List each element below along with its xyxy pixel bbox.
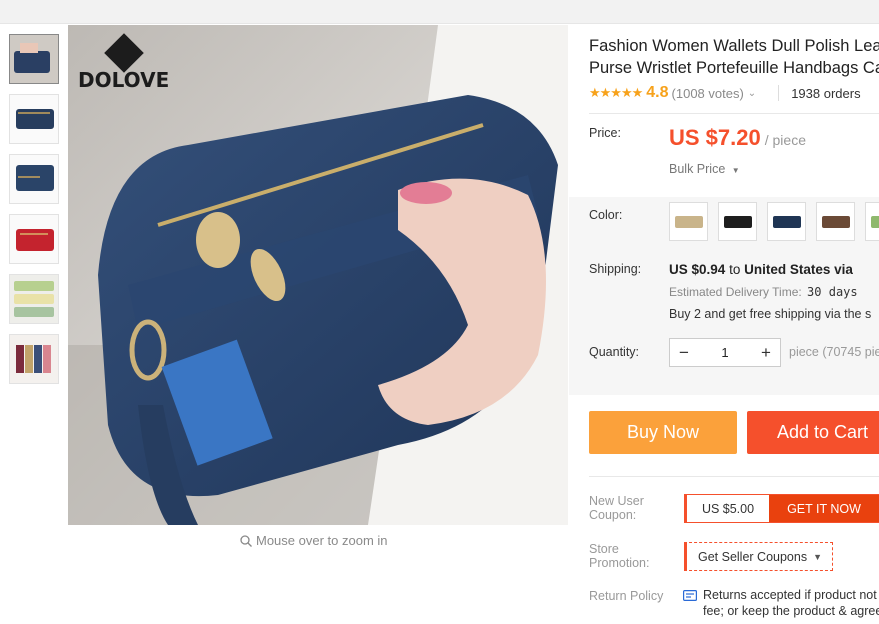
main-product-image[interactable]: DOLOVE bbox=[68, 25, 568, 525]
delivery-label: Estimated Delivery Time: bbox=[669, 285, 802, 299]
shipping-cost: US $0.94 bbox=[669, 262, 726, 277]
new-user-coupon: US $5.00 GET IT NOW bbox=[684, 494, 879, 523]
return-policy-label: Return Policy bbox=[589, 589, 664, 603]
delivery-time-line: Estimated Delivery Time: 30 days bbox=[669, 285, 858, 299]
thumbnail-2[interactable] bbox=[9, 94, 59, 144]
return-policy-line2: fee; or keep the product & agree refund … bbox=[703, 604, 879, 618]
zoom-hint: Mouse over to zoom in bbox=[240, 533, 388, 548]
shipping-label: Shipping: bbox=[589, 262, 642, 276]
rating-row: ★★★★★ 4.8 (1008 votes) ⌄ 1938 orders bbox=[589, 84, 861, 102]
delivery-days: 30 days bbox=[807, 285, 858, 299]
product-title-line1: Fashion Women Wallets Dull Polish Leathe… bbox=[589, 37, 879, 55]
color-swatch-chip bbox=[772, 215, 801, 228]
coupon-label-line1: New User bbox=[589, 494, 644, 508]
promotion-label-line1: Store bbox=[589, 542, 619, 556]
bulk-price-label: Bulk Price bbox=[669, 162, 726, 176]
product-title-line2: Purse Wristlet Portefeuille Handbags Car… bbox=[589, 59, 879, 77]
color-swatch-5[interactable] bbox=[865, 202, 879, 241]
pieces-available: piece (70745 pie bbox=[789, 345, 879, 359]
color-swatch-chip bbox=[821, 215, 850, 228]
promotion-label: Store Promotion: bbox=[589, 542, 649, 570]
color-swatch-chip bbox=[870, 215, 879, 228]
color-swatch-chip bbox=[674, 215, 703, 228]
thumbnail-3[interactable] bbox=[9, 154, 59, 204]
quantity-plus-button[interactable]: + bbox=[752, 339, 780, 366]
divider bbox=[778, 85, 780, 101]
quantity-stepper: − 1 + bbox=[669, 338, 781, 367]
bulk-price-toggle[interactable]: Bulk Price ▼ bbox=[669, 162, 740, 176]
top-bar bbox=[0, 0, 879, 24]
thumbnail-5[interactable] bbox=[9, 274, 59, 324]
color-swatch-4[interactable] bbox=[816, 202, 855, 241]
caret-down-icon: ▼ bbox=[731, 166, 740, 175]
caret-down-icon: ▼ bbox=[813, 551, 823, 562]
color-swatch-2[interactable] bbox=[718, 202, 757, 241]
divider bbox=[589, 476, 879, 477]
promotion-label-line2: Promotion: bbox=[589, 556, 650, 570]
rating-stars: ★★★★★ bbox=[589, 85, 643, 100]
quantity-minus-button[interactable]: − bbox=[670, 339, 698, 366]
quantity-input[interactable]: 1 bbox=[698, 345, 752, 360]
price-amount: US $7.20 bbox=[669, 125, 761, 150]
order-count: 1938 orders bbox=[791, 85, 861, 101]
add-to-cart-button[interactable]: Add to Cart bbox=[747, 411, 879, 454]
price-unit: / piece bbox=[764, 132, 806, 148]
thumbnail-6[interactable] bbox=[9, 334, 59, 384]
magnifier-icon bbox=[240, 534, 252, 547]
shipping-promo: Buy 2 and get free shipping via the s bbox=[669, 307, 872, 321]
seller-coupons-label: Get Seller Coupons bbox=[698, 549, 808, 564]
coupon-label: New User Coupon: bbox=[589, 494, 644, 522]
seller-coupons-dropdown[interactable]: Get Seller Coupons ▼ bbox=[684, 542, 833, 571]
return-policy: Returns accepted if product not as descr… bbox=[683, 587, 879, 619]
return-policy-line1: Returns accepted if product not as descr… bbox=[703, 588, 879, 602]
divider bbox=[589, 113, 879, 114]
buy-now-button[interactable]: Buy Now bbox=[589, 411, 737, 454]
color-swatch-chip bbox=[723, 215, 752, 228]
thumbnail-1[interactable] bbox=[9, 34, 59, 84]
product-info-panel: Fashion Women Wallets Dull Polish Leathe… bbox=[569, 25, 879, 624]
price-block: US $7.20/ piece bbox=[669, 125, 806, 151]
color-label: Color: bbox=[589, 208, 623, 222]
chevron-down-icon[interactable]: ⌄ bbox=[748, 88, 756, 99]
shipping-destination[interactable]: United States via bbox=[744, 262, 853, 277]
rating-score: 4.8 bbox=[646, 84, 669, 101]
product-title: Fashion Women Wallets Dull Polish Leathe… bbox=[589, 35, 879, 79]
zoom-hint-text: Mouse over to zoom in bbox=[256, 533, 388, 548]
brand-logo-text: DOLOVE bbox=[78, 68, 169, 92]
shipping-cost-line: US $0.94 to United States via bbox=[669, 262, 853, 277]
rating-votes[interactable]: (1008 votes) bbox=[672, 86, 744, 101]
get-coupon-button[interactable]: GET IT NOW bbox=[769, 495, 879, 522]
quantity-label: Quantity: bbox=[589, 345, 640, 359]
price-label: Price: bbox=[589, 126, 621, 140]
return-policy-icon bbox=[683, 590, 697, 601]
shipping-to: to bbox=[729, 262, 741, 277]
coupon-amount: US $5.00 bbox=[687, 495, 769, 522]
coupon-label-line2: Coupon: bbox=[589, 508, 637, 522]
thumbnail-list bbox=[9, 34, 59, 394]
color-swatches bbox=[669, 202, 879, 241]
thumbnail-4[interactable] bbox=[9, 214, 59, 264]
color-swatch-3[interactable] bbox=[767, 202, 806, 241]
color-swatch-1[interactable] bbox=[669, 202, 708, 241]
